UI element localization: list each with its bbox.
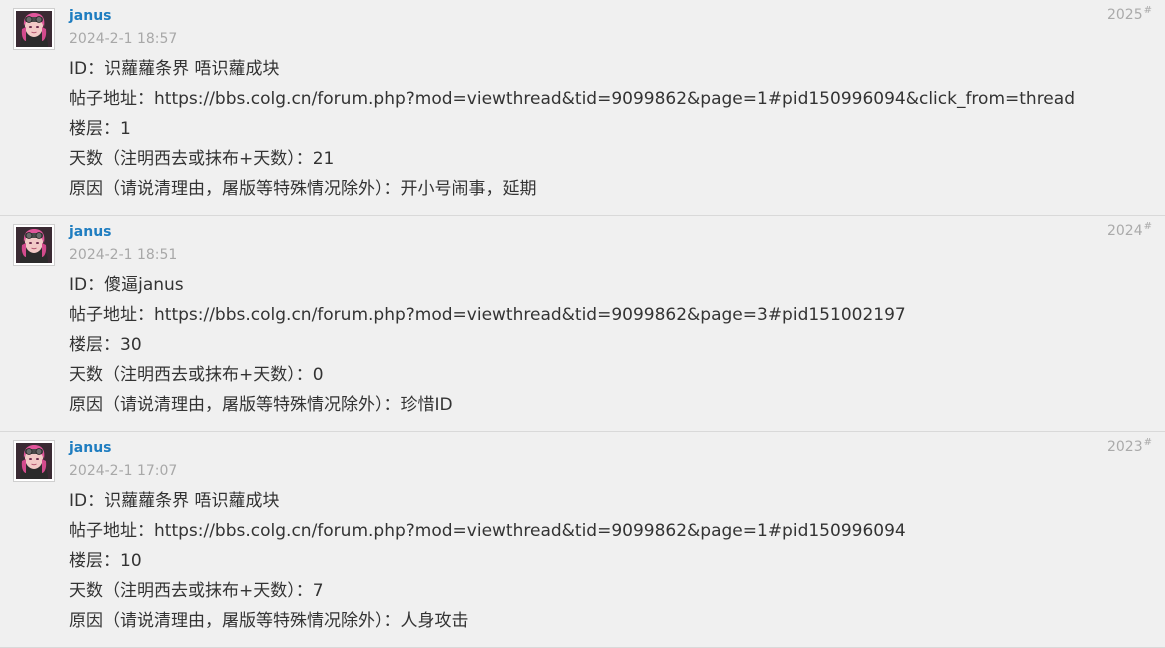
post-body: ID：识蘿蘿条界 唔识蘿成块 帖子地址：https://bbs.colg.cn/… xyxy=(69,54,1075,204)
post: janus 2024-2-1 18:57 2025# ID：识蘿蘿条界 唔识蘿成… xyxy=(0,0,1165,216)
avatar-image xyxy=(16,11,52,47)
post-body: ID：傻逼janus 帖子地址：https://bbs.colg.cn/foru… xyxy=(69,270,906,420)
post-timestamp: 2024-2-1 18:57 xyxy=(69,31,178,47)
post-line-id: ID：傻逼janus xyxy=(69,275,184,295)
post-line-url: 帖子地址：https://bbs.colg.cn/forum.php?mod=v… xyxy=(69,521,906,541)
post-line-reason: 原因（请说清理由，屠版等特殊情况除外）：人身攻击 xyxy=(69,611,469,631)
post: janus 2024-2-1 18:51 2024# ID：傻逼janus 帖子… xyxy=(0,216,1165,432)
username-link[interactable]: janus xyxy=(69,8,112,24)
post-line-url: 帖子地址：https://bbs.colg.cn/forum.php?mod=v… xyxy=(69,89,1075,109)
floor-number[interactable]: 2024# xyxy=(1106,221,1152,239)
floor-hash: # xyxy=(1143,221,1152,232)
avatar-image xyxy=(16,227,52,263)
post-line-reason: 原因（请说清理由，屠版等特殊情况除外）：开小号闹事，延期 xyxy=(69,179,537,199)
post-line-url: 帖子地址：https://bbs.colg.cn/forum.php?mod=v… xyxy=(69,305,906,325)
post-line-id: ID：识蘿蘿条界 唔识蘿成块 xyxy=(69,59,280,79)
username-link[interactable]: janus xyxy=(69,224,112,240)
post-timestamp: 2024-2-1 18:51 xyxy=(69,247,178,263)
post-line-days: 天数（注明西去或抹布+天数）：7 xyxy=(69,581,324,601)
post-body: ID：识蘿蘿条界 唔识蘿成块 帖子地址：https://bbs.colg.cn/… xyxy=(69,486,906,636)
post: janus 2024-2-1 17:07 2023# ID：识蘿蘿条界 唔识蘿成… xyxy=(0,432,1165,648)
post-line-id: ID：识蘿蘿条界 唔识蘿成块 xyxy=(69,491,280,511)
floor-hash: # xyxy=(1143,437,1152,448)
user-avatar-icon[interactable] xyxy=(13,8,55,50)
avatar-image xyxy=(16,443,52,479)
post-line-days: 天数（注明西去或抹布+天数）：21 xyxy=(69,149,335,169)
floor-number-value: 2023 xyxy=(1106,439,1143,455)
floor-number[interactable]: 2025# xyxy=(1106,5,1152,23)
post-line-floor: 楼层：1 xyxy=(69,119,131,139)
post-line-floor: 楼层：30 xyxy=(69,335,142,355)
post-line-reason: 原因（请说清理由，屠版等特殊情况除外）：珍惜ID xyxy=(69,395,453,415)
floor-number-value: 2024 xyxy=(1106,223,1143,239)
username-link[interactable]: janus xyxy=(69,440,112,456)
post-timestamp: 2024-2-1 17:07 xyxy=(69,463,178,479)
floor-number[interactable]: 2023# xyxy=(1106,437,1152,455)
floor-number-value: 2025 xyxy=(1106,7,1143,23)
floor-hash: # xyxy=(1143,5,1152,16)
user-avatar-icon[interactable] xyxy=(13,440,55,482)
post-line-days: 天数（注明西去或抹布+天数）：0 xyxy=(69,365,324,385)
post-line-floor: 楼层：10 xyxy=(69,551,142,571)
user-avatar-icon[interactable] xyxy=(13,224,55,266)
